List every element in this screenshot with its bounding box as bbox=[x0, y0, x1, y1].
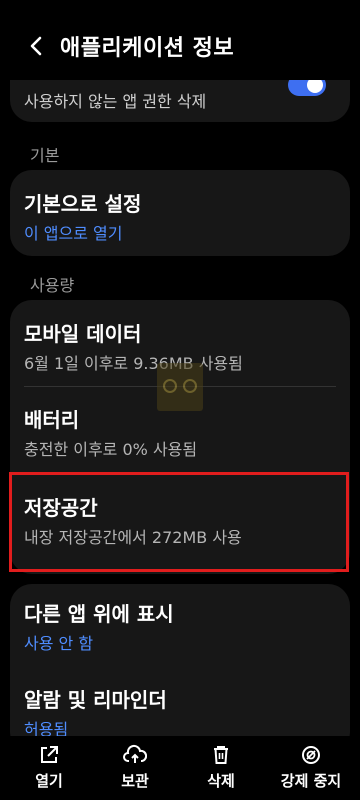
storage-highlight-box bbox=[9, 472, 349, 572]
set-as-default-title: 기본으로 설정 bbox=[24, 192, 142, 216]
set-as-default-subtitle: 이 앱으로 열기 bbox=[24, 224, 123, 243]
remove-unused-permissions-label: 사용하지 않는 앱 권한 삭제 bbox=[24, 92, 207, 111]
trash-icon bbox=[214, 746, 228, 764]
alarms-reminders-title[interactable]: 알람 및 리마인더 bbox=[24, 684, 336, 713]
display-over-apps-subtitle: 사용 안 함 bbox=[24, 634, 94, 653]
force-stop-label: 강제 중지 bbox=[280, 772, 342, 790]
watermark-glasses-left bbox=[163, 379, 177, 393]
display-over-apps-title[interactable]: 다른 앱 위에 표시 bbox=[24, 598, 336, 627]
battery-subtitle: 충전한 이후로 0% 사용됨 bbox=[24, 440, 198, 459]
other-settings-card: 다른 앱 위에 표시 사용 안 함 알람 및 리마인더 허용됨 bbox=[10, 584, 350, 754]
force-stop-icon bbox=[302, 746, 320, 764]
watermark-logo bbox=[157, 363, 203, 411]
mobile-data-title[interactable]: 모바일 데이터 bbox=[24, 318, 336, 347]
open-external-icon bbox=[41, 746, 58, 763]
set-as-default-card[interactable]: 기본으로 설정 이 앱으로 열기 bbox=[10, 170, 350, 256]
back-arrow-icon[interactable] bbox=[26, 32, 46, 60]
open-label: 열기 bbox=[35, 772, 63, 790]
cloud-upload-icon bbox=[123, 744, 147, 763]
bottom-action-bar: 열기 보관 삭제 강제 중지 bbox=[0, 736, 360, 800]
force-stop-button[interactable]: 강제 중지 bbox=[266, 744, 356, 791]
delete-button[interactable]: 삭제 bbox=[176, 744, 266, 791]
watermark-glasses-right bbox=[183, 379, 197, 393]
open-button[interactable]: 열기 bbox=[4, 744, 94, 791]
app-bar: 애플리케이션 정보 bbox=[0, 0, 360, 80]
section-basic: 기본 bbox=[30, 146, 60, 165]
delete-label: 삭제 bbox=[207, 772, 235, 790]
page-title: 애플리케이션 정보 bbox=[60, 36, 235, 61]
archive-label: 보관 bbox=[121, 772, 149, 790]
archive-button[interactable]: 보관 bbox=[90, 744, 180, 791]
section-usage: 사용량 bbox=[30, 276, 75, 295]
